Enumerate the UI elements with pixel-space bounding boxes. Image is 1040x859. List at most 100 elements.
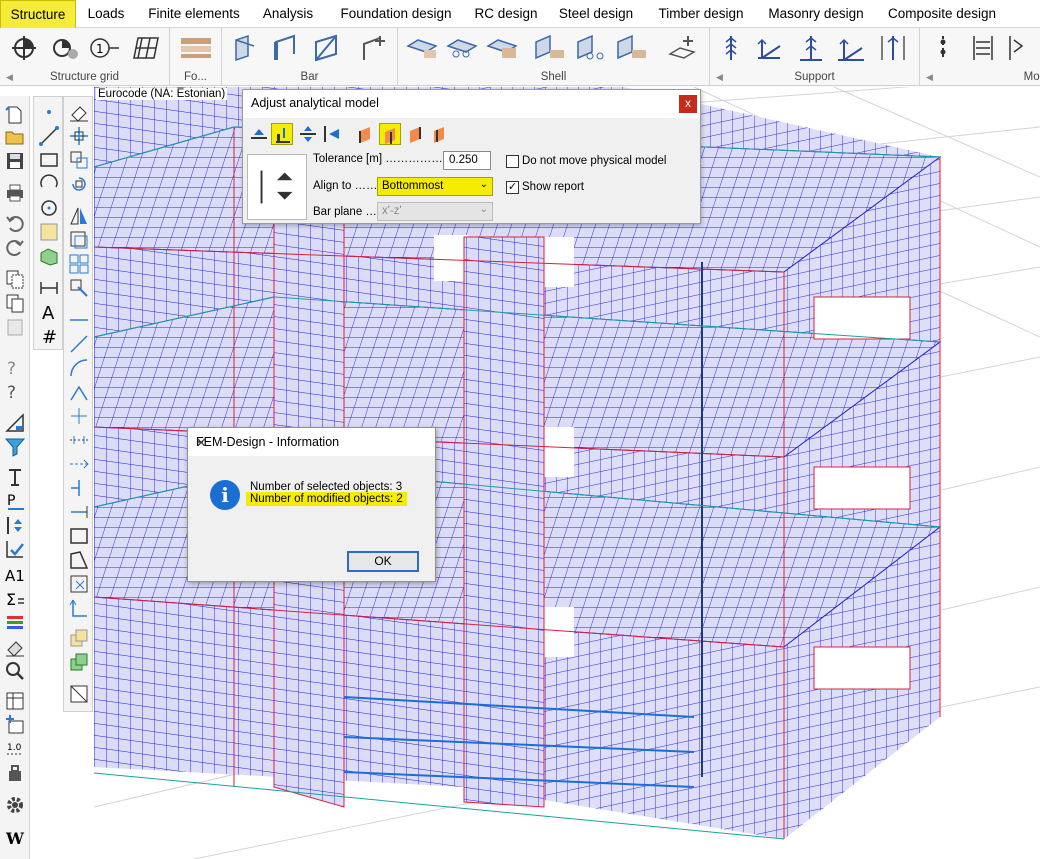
dimension-text-icon[interactable]: A1 <box>4 564 26 586</box>
tab-foundation-design[interactable]: Foundation design <box>332 0 460 28</box>
layers-icon[interactable] <box>4 612 26 634</box>
align-top-icon[interactable] <box>248 123 270 145</box>
wall-align-icon[interactable] <box>355 123 377 145</box>
group-icon[interactable] <box>68 627 90 649</box>
truss-icon[interactable] <box>310 32 344 64</box>
support-stiffness-icon[interactable] <box>876 32 910 64</box>
paste-icon[interactable] <box>4 292 26 314</box>
break-icon[interactable] <box>68 405 90 427</box>
new-file-icon[interactable] <box>4 104 26 126</box>
close-button[interactable]: x <box>679 95 697 113</box>
settings-gear-icon[interactable] <box>4 794 26 816</box>
save-icon[interactable] <box>4 150 26 172</box>
fixed-support-icon[interactable] <box>752 32 786 64</box>
region-icon[interactable] <box>38 221 60 243</box>
wall-icon[interactable] <box>444 32 478 64</box>
dialog-title-bar[interactable]: FEM-Design - Information ✕ <box>188 428 435 456</box>
property-icon[interactable]: P <box>4 490 26 512</box>
section-icon[interactable] <box>68 683 90 705</box>
array-icon[interactable] <box>68 253 90 275</box>
query-icon[interactable]: ? <box>4 380 26 403</box>
tab-rc-design[interactable]: RC design <box>468 0 544 28</box>
align-left-icon[interactable] <box>321 123 343 145</box>
insert-icon[interactable] <box>4 714 26 736</box>
axis-arrow-icon[interactable] <box>68 597 90 619</box>
tab-finite-elements[interactable]: Finite elements <box>140 0 248 28</box>
help-cursor-icon[interactable]: ? <box>4 356 26 379</box>
tab-masonry-design[interactable]: Masonry design <box>760 0 872 28</box>
polygon-edit-icon[interactable] <box>68 549 90 571</box>
show-report-checkbox[interactable]: ✓ <box>506 181 519 194</box>
point-icon[interactable] <box>38 101 60 123</box>
copy-move-icon[interactable] <box>68 149 90 171</box>
offset-icon[interactable] <box>68 229 90 251</box>
check-icon[interactable] <box>4 538 26 560</box>
column-icon[interactable] <box>228 32 262 64</box>
axis-icon[interactable]: 1 <box>86 32 120 64</box>
shell-wall-opening-icon[interactable] <box>574 32 608 64</box>
open-folder-icon[interactable] <box>4 126 26 148</box>
wall-align-center-icon[interactable] <box>405 123 427 145</box>
table-icon[interactable] <box>4 690 26 712</box>
grid-point-icon[interactable] <box>48 32 82 64</box>
shell-wall-icon[interactable] <box>532 32 566 64</box>
rectangle-edit-icon[interactable] <box>68 525 90 547</box>
move-up-down-button[interactable] <box>247 154 307 220</box>
connection-icon[interactable] <box>926 32 960 64</box>
stretch-icon[interactable] <box>68 277 90 299</box>
profiled-plate-icon[interactable] <box>484 32 518 64</box>
align-bottom-icon[interactable] <box>271 123 293 145</box>
foundation-icon[interactable] <box>179 32 213 64</box>
plate-icon[interactable] <box>404 32 438 64</box>
dimension-icon[interactable] <box>38 277 60 299</box>
split-icon[interactable] <box>68 429 90 451</box>
arc-icon[interactable] <box>38 173 60 195</box>
redo-icon[interactable] <box>4 236 26 258</box>
tab-loads[interactable]: Loads <box>80 0 132 28</box>
copy-icon[interactable] <box>4 268 26 290</box>
filter-icon[interactable] <box>4 436 26 458</box>
text-a-icon[interactable]: A <box>38 301 60 324</box>
bar-plane-select[interactable]: x'-z' ⌄ <box>377 202 493 221</box>
rectangle-icon[interactable] <box>38 149 60 171</box>
close-icon[interactable]: ✕ <box>196 435 427 450</box>
rigid-link-icon[interactable] <box>1004 32 1038 64</box>
level-icon[interactable] <box>4 514 26 536</box>
wizard-icon[interactable]: W <box>4 826 26 848</box>
shell-tools-icon[interactable] <box>666 32 700 64</box>
ungroup-icon[interactable] <box>68 651 90 673</box>
erase-icon[interactable] <box>68 101 90 123</box>
box-icon[interactable] <box>38 245 60 267</box>
align-center-icon[interactable] <box>297 123 319 145</box>
fillet-icon[interactable] <box>68 357 90 379</box>
tab-timber-design[interactable]: Timber design <box>651 0 751 28</box>
line-icon[interactable] <box>38 125 60 147</box>
storey-grid-icon[interactable] <box>128 32 162 64</box>
join-icon[interactable] <box>68 453 90 475</box>
trim-icon[interactable] <box>68 477 90 499</box>
undo-icon[interactable] <box>4 212 26 234</box>
ribbon-scroll-left-icon[interactable]: ◀ <box>926 72 933 83</box>
weight-icon[interactable] <box>4 762 26 784</box>
tolerance-input[interactable]: 0.250 <box>443 151 491 170</box>
hinge-icon[interactable] <box>966 32 1000 64</box>
insert-node-icon[interactable] <box>68 501 90 523</box>
bar-tools-icon[interactable] <box>358 32 392 64</box>
tab-composite-design[interactable]: Composite design <box>882 0 1002 28</box>
zoom-icon[interactable] <box>4 660 26 682</box>
ruler-icon[interactable] <box>4 412 26 434</box>
beam-icon[interactable] <box>268 32 302 64</box>
tab-structure[interactable]: Structure <box>0 0 76 28</box>
text-icon[interactable] <box>4 466 26 488</box>
tab-steel-design[interactable]: Steel design <box>552 0 640 28</box>
surface-support-icon[interactable] <box>834 32 868 64</box>
point-grid-icon[interactable] <box>8 32 42 64</box>
scale-icon[interactable]: 1.0 <box>4 738 26 760</box>
hash-icon[interactable]: # <box>38 325 60 348</box>
tab-analysis[interactable]: Analysis <box>255 0 321 28</box>
sum-icon[interactable]: Σ <box>4 588 26 610</box>
line-support-icon[interactable] <box>794 32 828 64</box>
chamfer-icon[interactable] <box>68 381 90 403</box>
extend-icon[interactable] <box>68 333 90 355</box>
eraser-icon[interactable] <box>4 636 26 658</box>
